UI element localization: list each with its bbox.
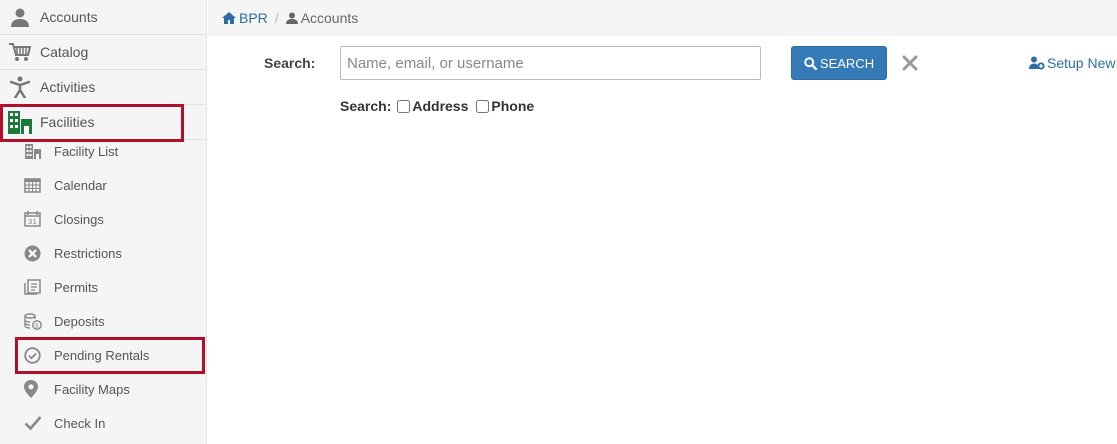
home-icon [222,12,236,24]
breadcrumb-home-label: BPR [239,10,268,26]
sidebar-item-label: Check In [54,415,106,431]
breadcrumb-separator: / [274,10,279,26]
clear-search-button[interactable] [900,53,920,73]
address-option-label: Address [412,98,469,114]
sidebar-item-pending-rentals[interactable]: Pending Rentals [0,338,206,372]
map-pin-icon [0,372,54,406]
svg-text:$: $ [35,321,39,329]
sidebar-item-label: Calendar [54,177,107,193]
sidebar-item-deposits[interactable]: $ Deposits [0,304,206,338]
setup-new-link[interactable]: Setup New [1029,55,1115,71]
breadcrumb-home-link[interactable]: BPR [222,10,268,26]
sidebar-item-label: Accounts [40,9,98,25]
search-label: Search: [264,55,316,71]
sidebar-item-label: Deposits [54,313,105,329]
user-icon [0,0,40,35]
sidebar-item-label: Facilities [40,114,95,130]
sidebar: Accounts Catalog Activities Facilities F… [0,0,207,444]
circle-x-icon [0,236,54,270]
search-options: Search: Address Phone [340,98,542,114]
search-options-label: Search: [340,98,392,114]
sidebar-item-label: Closings [54,211,104,227]
address-checkbox[interactable] [397,99,411,113]
sidebar-item-label: Facility Maps [54,381,130,397]
sidebar-item-restrictions[interactable]: Restrictions [0,236,206,270]
cart-icon [0,35,40,70]
add-user-icon [1029,56,1045,70]
sidebar-item-catalog[interactable]: Catalog [0,35,206,70]
sidebar-item-activities[interactable]: Activities [0,70,206,105]
sidebar-item-check-in[interactable]: Check In [0,406,206,440]
check-icon [0,406,54,440]
sidebar-item-closings[interactable]: 31 Closings [0,202,206,236]
permits-icon [0,270,54,304]
phone-option[interactable]: Phone [476,98,534,114]
close-icon [902,55,918,71]
search-icon [804,56,817,70]
sidebar-item-calendar[interactable]: Calendar [0,168,206,202]
breadcrumb-current: Accounts [285,10,359,26]
search-button-label: SEARCH [819,55,875,71]
search-button[interactable]: SEARCH [791,46,887,80]
coins-icon: $ [0,304,54,338]
phone-option-label: Phone [491,98,535,114]
sidebar-item-label: Activities [40,79,96,95]
sidebar-item-permits[interactable]: Permits [0,270,206,304]
phone-checkbox[interactable] [476,99,490,113]
sidebar-item-label: Facility List [54,143,119,159]
user-icon [285,12,298,24]
circle-check-icon [0,338,54,372]
person-icon [0,70,40,105]
sidebar-item-facility-list[interactable]: Facility List [0,134,206,168]
calendar-31-icon: 31 [0,202,54,236]
setup-new-label: Setup New [1047,55,1116,71]
sidebar-item-accounts[interactable]: Accounts [0,0,206,35]
search-input[interactable] [340,46,761,80]
svg-text:31: 31 [28,218,37,226]
sidebar-item-label: Catalog [40,44,89,60]
address-option[interactable]: Address [397,98,468,114]
sidebar-item-label: Restrictions [54,245,122,261]
building-icon [0,134,54,168]
sidebar-item-label: Pending Rentals [54,347,150,363]
breadcrumb-current-label: Accounts [300,10,359,26]
sidebar-item-label: Permits [54,279,99,295]
sidebar-item-facility-maps[interactable]: Facility Maps [0,372,206,406]
breadcrumb: BPR / Accounts [208,0,1117,36]
calendar-icon [0,168,54,202]
